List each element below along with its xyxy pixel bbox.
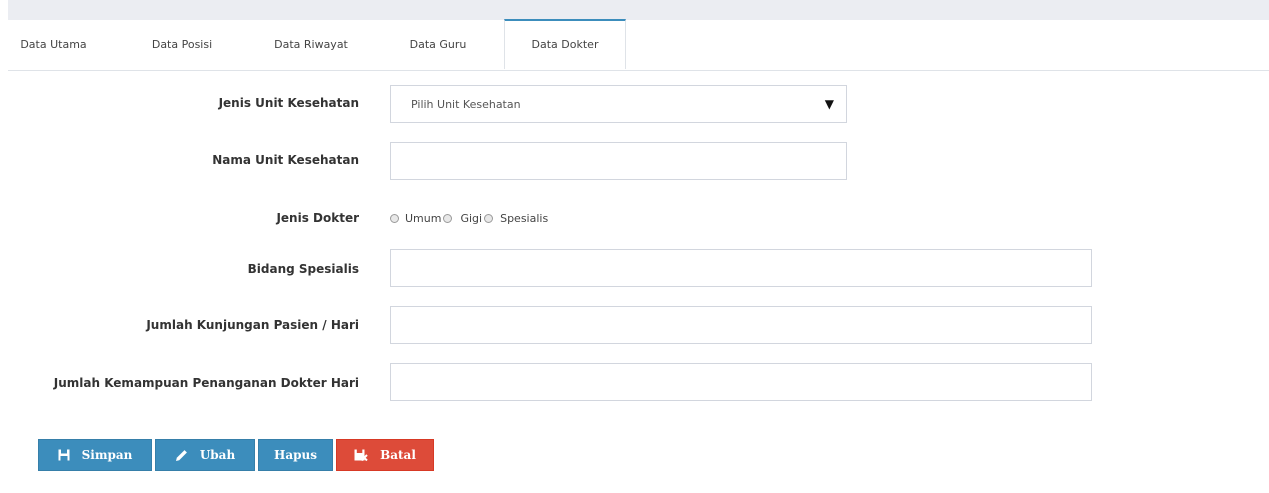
batal-button[interactable]: Batal: [336, 439, 434, 471]
jumlah-kemampuan-input[interactable]: [390, 363, 1092, 401]
jenis-unit-selected-value: Pilih Unit Kesehatan: [411, 98, 521, 111]
jumlah-kemampuan-label: Jumlah Kemampuan Penanganan Dokter Hari: [53, 376, 359, 390]
hapus-button[interactable]: Hapus: [258, 439, 333, 471]
bidang-spesialis-label: Bidang Spesialis: [247, 262, 359, 276]
simpan-button[interactable]: Simpan: [38, 439, 152, 471]
simpan-button-label: Simpan: [81, 448, 133, 462]
hapus-button-label: Hapus: [274, 448, 317, 462]
tab-data-utama[interactable]: Data Utama: [8, 20, 99, 70]
radio-spesialis[interactable]: [484, 213, 494, 223]
nama-unit-label: Nama Unit Kesehatan: [212, 153, 359, 167]
ubah-button-label: Ubah: [199, 448, 236, 462]
save-icon: [58, 449, 70, 461]
tab-data-dokter[interactable]: Data Dokter: [504, 19, 626, 69]
nama-unit-input[interactable]: [390, 142, 847, 180]
radio-umum-label: Umum: [405, 211, 442, 225]
top-strip: [8, 0, 1269, 20]
bidang-spesialis-input[interactable]: [390, 249, 1092, 287]
tab-data-posisi[interactable]: Data Posisi: [141, 20, 223, 70]
tab-data-riwayat[interactable]: Data Riwayat: [261, 20, 361, 70]
ubah-button[interactable]: Ubah: [155, 439, 255, 471]
caret-down-icon: ▼: [824, 97, 834, 111]
tab-data-guru[interactable]: Data Guru: [398, 20, 478, 70]
tab-bar: Data Utama Data Posisi Data Riwayat Data…: [8, 19, 1269, 71]
jenis-dokter-label: Jenis Dokter: [276, 211, 359, 225]
jumlah-kunjungan-input[interactable]: [390, 306, 1092, 344]
radio-gigi-label: Gigi: [460, 211, 483, 225]
jenis-unit-label: Jenis Unit Kesehatan: [218, 96, 359, 110]
jenis-unit-select[interactable]: Pilih Unit Kesehatan ▼: [390, 85, 847, 123]
radio-spesialis-label: Spesialis: [500, 211, 549, 225]
jumlah-kunjungan-label: Jumlah Kunjungan Pasien / Hari: [146, 318, 359, 332]
radio-umum[interactable]: [390, 213, 399, 223]
radio-gigi[interactable]: [443, 213, 453, 223]
pencil-icon: [175, 449, 188, 462]
cancel-icon: [354, 449, 368, 461]
jenis-dokter-radio-group: Umum Gigi Spesialis: [390, 209, 550, 227]
batal-button-label: Batal: [380, 448, 416, 462]
